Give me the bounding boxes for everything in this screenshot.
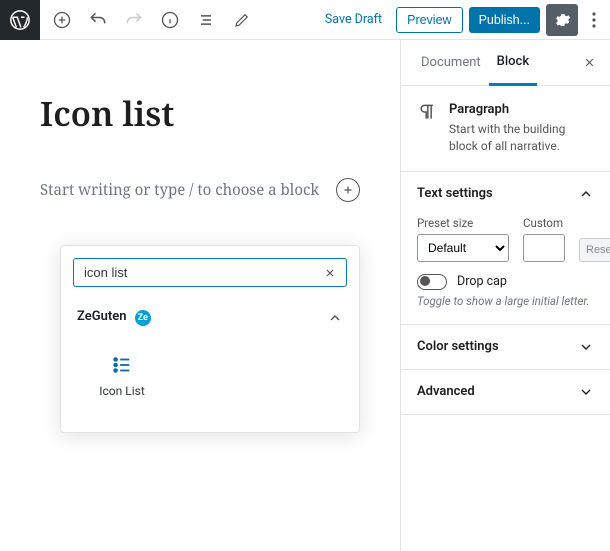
custom-size-input[interactable]	[523, 234, 565, 262]
block-type-title: Paragraph	[449, 102, 594, 117]
section-text-settings[interactable]: Text settings	[401, 172, 610, 216]
custom-size-label: Custom	[523, 216, 565, 230]
gear-icon	[553, 11, 571, 29]
block-placeholder[interactable]: Start writing or type / to choose a bloc…	[40, 178, 360, 202]
close-icon	[324, 267, 336, 279]
block-inserter-popover: ZeGuten Ze Icon List	[60, 245, 360, 433]
more-options-button[interactable]	[584, 4, 604, 36]
preset-size-label: Preset size	[417, 216, 509, 230]
tab-block[interactable]: Block	[489, 40, 537, 86]
chevron-down-icon	[578, 384, 594, 400]
edit-button[interactable]	[228, 6, 256, 34]
tab-document[interactable]: Document	[413, 40, 489, 86]
preset-size-select[interactable]: Default	[417, 234, 509, 262]
inserter-category-header[interactable]: ZeGuten Ze	[61, 299, 359, 336]
more-vertical-icon	[592, 12, 596, 28]
inserter-toggle-button[interactable]	[336, 178, 360, 202]
wordpress-logo[interactable]	[0, 0, 40, 40]
dropcap-label: Drop cap	[457, 274, 507, 289]
placeholder-text: Start writing or type / to choose a bloc…	[40, 180, 319, 200]
plus-icon	[342, 184, 354, 196]
block-search-input[interactable]	[84, 265, 324, 280]
outline-button[interactable]	[192, 6, 220, 34]
paragraph-icon	[417, 102, 437, 155]
chevron-up-icon	[578, 186, 594, 202]
block-item-label: Icon List	[99, 384, 145, 398]
block-type-desc: Start with the building block of all nar…	[449, 121, 594, 155]
section-advanced[interactable]: Advanced	[401, 370, 610, 414]
category-badge: Ze	[135, 310, 151, 326]
redo-button[interactable]	[120, 6, 148, 34]
icon-list-icon	[111, 354, 133, 376]
chevron-down-icon	[578, 339, 594, 355]
section-color-settings[interactable]: Color settings	[401, 325, 610, 369]
block-item-icon-list[interactable]: Icon List	[77, 344, 167, 408]
post-title[interactable]: Icon list	[40, 90, 360, 136]
search-input-wrap	[73, 258, 347, 287]
settings-button[interactable]	[546, 4, 578, 36]
close-icon	[583, 56, 596, 69]
dropcap-toggle[interactable]	[417, 274, 447, 290]
reset-button[interactable]: Reset	[579, 238, 610, 262]
dropcap-help: Toggle to show a large initial letter.	[417, 294, 594, 308]
info-button[interactable]	[156, 6, 184, 34]
category-name: ZeGuten	[77, 309, 126, 324]
chevron-up-icon	[327, 310, 343, 326]
undo-button[interactable]	[84, 6, 112, 34]
add-block-button[interactable]	[48, 6, 76, 34]
publish-button[interactable]: Publish...	[469, 7, 540, 33]
save-draft-button[interactable]: Save Draft	[317, 6, 390, 33]
clear-search-button[interactable]	[324, 267, 336, 279]
preview-button[interactable]: Preview	[396, 7, 462, 33]
close-sidebar-button[interactable]	[577, 50, 602, 75]
